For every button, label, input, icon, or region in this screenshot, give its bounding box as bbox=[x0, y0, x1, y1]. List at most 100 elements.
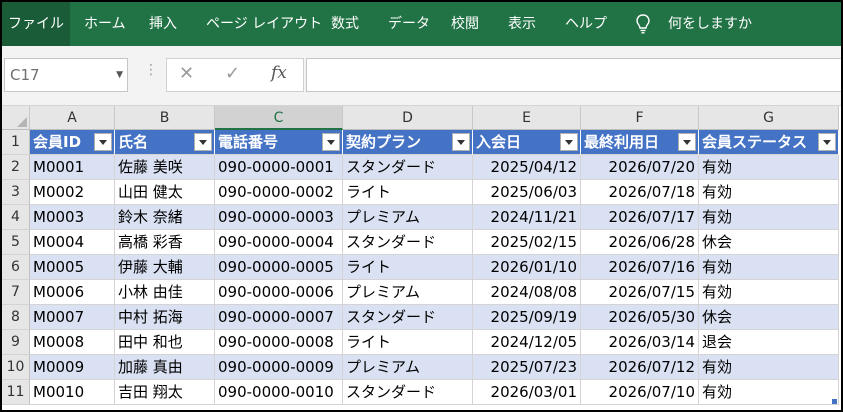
table-header-cell[interactable]: 契約プラン bbox=[343, 130, 473, 155]
table-cell[interactable]: スタンダード bbox=[343, 305, 473, 330]
filter-dropdown-icon[interactable] bbox=[194, 133, 212, 151]
table-cell[interactable]: スタンダード bbox=[343, 230, 473, 255]
filter-dropdown-icon[interactable] bbox=[818, 133, 836, 151]
filter-dropdown-icon[interactable] bbox=[322, 133, 340, 151]
table-cell[interactable]: 2026/01/10 bbox=[473, 255, 581, 280]
table-header-cell[interactable]: 会員ID bbox=[30, 130, 115, 155]
tab-formulas[interactable]: 数式 bbox=[331, 2, 359, 46]
table-header-cell[interactable]: 電話番号 bbox=[215, 130, 343, 155]
column-header-f[interactable]: F bbox=[581, 106, 699, 130]
table-cell[interactable]: 2025/04/12 bbox=[473, 155, 581, 180]
row-header-6[interactable]: 6 bbox=[2, 255, 30, 280]
row-header-8[interactable]: 8 bbox=[2, 305, 30, 330]
table-cell[interactable]: スタンダード bbox=[343, 380, 473, 405]
table-cell[interactable]: 加藤 真由 bbox=[115, 355, 215, 380]
row-header-2[interactable]: 2 bbox=[2, 155, 30, 180]
table-cell[interactable]: 有効 bbox=[699, 180, 839, 205]
table-cell[interactable]: 090-0000-0005 bbox=[215, 255, 343, 280]
table-cell[interactable]: M0010 bbox=[30, 380, 115, 405]
table-cell[interactable]: 2026/07/10 bbox=[581, 380, 699, 405]
row-header-10[interactable]: 10 bbox=[2, 355, 30, 380]
table-cell[interactable]: 山田 健太 bbox=[115, 180, 215, 205]
table-cell[interactable]: 090-0000-0004 bbox=[215, 230, 343, 255]
table-cell[interactable]: 有効 bbox=[699, 380, 839, 405]
close-icon[interactable]: ✕ bbox=[179, 63, 194, 84]
tab-insert[interactable]: 挿入 bbox=[149, 2, 177, 46]
table-header-cell[interactable]: 氏名 bbox=[115, 130, 215, 155]
check-icon[interactable]: ✓ bbox=[225, 63, 240, 84]
filter-dropdown-icon[interactable] bbox=[678, 133, 696, 151]
filter-dropdown-icon[interactable] bbox=[94, 133, 112, 151]
row-header-9[interactable]: 9 bbox=[2, 330, 30, 355]
table-cell[interactable]: 鈴木 奈緒 bbox=[115, 205, 215, 230]
table-cell[interactable]: 有効 bbox=[699, 280, 839, 305]
drag-handle-icon[interactable]: ⋮ bbox=[144, 62, 158, 78]
table-cell[interactable]: 090-0000-0001 bbox=[215, 155, 343, 180]
table-resize-handle[interactable] bbox=[832, 399, 837, 404]
column-header-c[interactable]: C bbox=[215, 106, 343, 130]
table-cell[interactable]: 2026/05/30 bbox=[581, 305, 699, 330]
table-cell[interactable]: 090-0000-0002 bbox=[215, 180, 343, 205]
tab-home[interactable]: ホーム bbox=[84, 2, 126, 46]
row-header-3[interactable]: 3 bbox=[2, 180, 30, 205]
column-header-e[interactable]: E bbox=[473, 106, 581, 130]
row-header-1[interactable]: 1 bbox=[2, 130, 30, 155]
table-cell[interactable]: 090-0000-0010 bbox=[215, 380, 343, 405]
table-cell[interactable]: M0001 bbox=[30, 155, 115, 180]
table-cell[interactable]: 2026/06/28 bbox=[581, 230, 699, 255]
table-cell[interactable]: プレミアム bbox=[343, 280, 473, 305]
select-all-button[interactable] bbox=[2, 106, 30, 130]
table-cell[interactable]: M0006 bbox=[30, 280, 115, 305]
row-header-11[interactable]: 11 bbox=[2, 380, 30, 405]
table-cell[interactable]: 2025/09/19 bbox=[473, 305, 581, 330]
table-cell[interactable]: 2025/06/03 bbox=[473, 180, 581, 205]
tab-page-layout[interactable]: ページ レイアウト bbox=[206, 2, 322, 46]
table-cell[interactable]: 2024/12/05 bbox=[473, 330, 581, 355]
table-cell[interactable]: M0007 bbox=[30, 305, 115, 330]
table-cell[interactable]: 090-0000-0003 bbox=[215, 205, 343, 230]
table-cell[interactable]: 2026/07/20 bbox=[581, 155, 699, 180]
table-cell[interactable]: 2026/07/12 bbox=[581, 355, 699, 380]
row-header-7[interactable]: 7 bbox=[2, 280, 30, 305]
table-cell[interactable]: ライト bbox=[343, 330, 473, 355]
chevron-down-icon[interactable]: ▼ bbox=[116, 59, 123, 91]
table-header-cell[interactable]: 最終利用日 bbox=[581, 130, 699, 155]
table-cell[interactable]: M0005 bbox=[30, 255, 115, 280]
table-cell[interactable]: プレミアム bbox=[343, 205, 473, 230]
row-header-5[interactable]: 5 bbox=[2, 230, 30, 255]
tab-view[interactable]: 表示 bbox=[508, 2, 536, 46]
table-cell[interactable]: 090-0000-0008 bbox=[215, 330, 343, 355]
formula-input[interactable] bbox=[306, 58, 841, 92]
table-cell[interactable]: M0003 bbox=[30, 205, 115, 230]
table-cell[interactable]: M0008 bbox=[30, 330, 115, 355]
fx-button[interactable]: fx bbox=[271, 63, 287, 83]
table-cell[interactable]: 090-0000-0009 bbox=[215, 355, 343, 380]
table-cell[interactable]: 2025/07/23 bbox=[473, 355, 581, 380]
table-cell[interactable]: 伊藤 大輔 bbox=[115, 255, 215, 280]
table-cell[interactable]: 有効 bbox=[699, 205, 839, 230]
table-cell[interactable]: 2026/07/16 bbox=[581, 255, 699, 280]
table-cell[interactable]: M0004 bbox=[30, 230, 115, 255]
table-cell[interactable]: 佐藤 美咲 bbox=[115, 155, 215, 180]
table-cell[interactable]: 2026/07/15 bbox=[581, 280, 699, 305]
table-cell[interactable]: プレミアム bbox=[343, 355, 473, 380]
table-cell[interactable]: 090-0000-0007 bbox=[215, 305, 343, 330]
table-cell[interactable]: 田中 和也 bbox=[115, 330, 215, 355]
table-cell[interactable]: 休会 bbox=[699, 230, 839, 255]
table-cell[interactable]: 090-0000-0006 bbox=[215, 280, 343, 305]
table-cell[interactable]: 退会 bbox=[699, 330, 839, 355]
table-cell[interactable]: 吉田 翔太 bbox=[115, 380, 215, 405]
table-cell[interactable]: 2025/02/15 bbox=[473, 230, 581, 255]
table-header-cell[interactable]: 会員ステータス bbox=[699, 130, 839, 155]
name-box[interactable]: C17 ▼ bbox=[4, 58, 128, 92]
tab-data[interactable]: データ bbox=[388, 2, 430, 46]
table-cell[interactable]: 有効 bbox=[699, 355, 839, 380]
table-cell[interactable]: 休会 bbox=[699, 305, 839, 330]
table-cell[interactable]: 有効 bbox=[699, 255, 839, 280]
table-cell[interactable]: M0009 bbox=[30, 355, 115, 380]
table-cell[interactable]: 2024/11/21 bbox=[473, 205, 581, 230]
table-cell[interactable]: 2026/03/14 bbox=[581, 330, 699, 355]
table-cell[interactable]: 中村 拓海 bbox=[115, 305, 215, 330]
filter-dropdown-icon[interactable] bbox=[560, 133, 578, 151]
table-cell[interactable]: 2026/07/18 bbox=[581, 180, 699, 205]
